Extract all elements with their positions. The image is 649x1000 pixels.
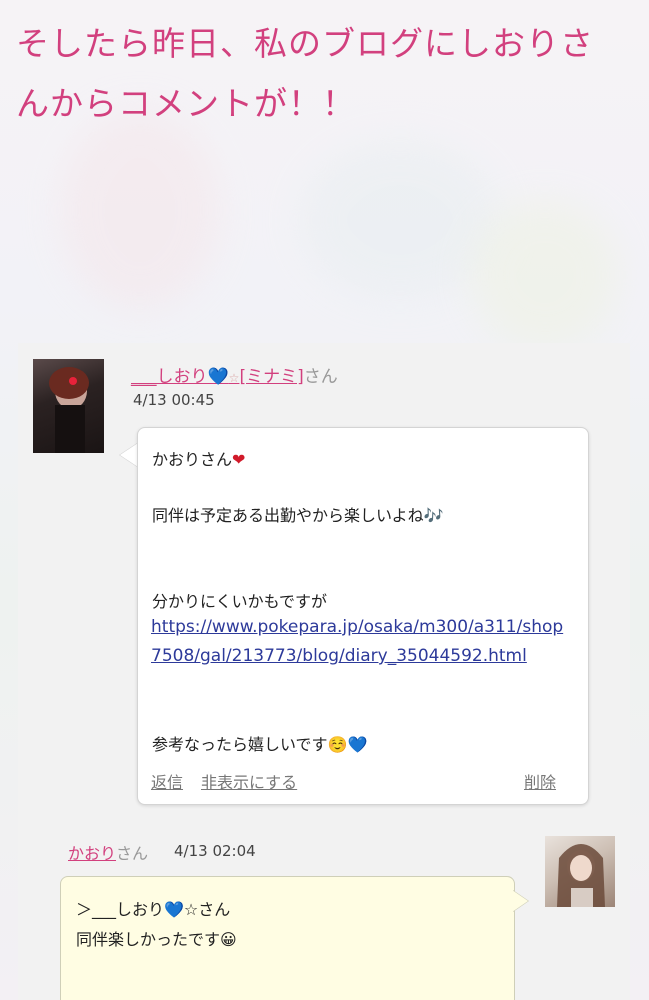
- reply-date: 4/13 02:04: [174, 842, 256, 860]
- honorific: さん: [116, 844, 149, 863]
- avatar-photo: [557, 844, 605, 907]
- red-heart-icon: ❤: [232, 450, 246, 469]
- reply-text-line: 同伴楽しかったです😀: [76, 930, 237, 949]
- delete-button[interactable]: 削除: [524, 769, 556, 793]
- headline-line-2: んからコメントが！！: [16, 84, 356, 123]
- comment-author[interactable]: ___しおり💙☆[ミナミ]さん: [131, 362, 338, 387]
- reply-text-line: ＞___しおり💙☆さん: [76, 900, 231, 919]
- avatar[interactable]: [33, 359, 104, 453]
- comment-date: 4/13 00:45: [133, 391, 215, 409]
- reply-author[interactable]: かおりさん: [68, 840, 148, 864]
- comment-greeting: かおりさん❤: [152, 450, 246, 469]
- background-decoration: [470, 200, 620, 350]
- author-name-link[interactable]: ___しおり💙☆[ミナミ]: [131, 367, 304, 387]
- honorific: さん: [303, 367, 338, 387]
- star-icon: ☆: [228, 371, 240, 385]
- bubble-tail: [512, 890, 528, 912]
- avatar[interactable]: [545, 836, 615, 907]
- comment-text-line: 同伴は予定ある出勤やから楽しいよね🎶: [152, 506, 444, 525]
- bubble-tail: [120, 443, 138, 467]
- comment-text-line: 参考なったら嬉しいです☺️💙: [152, 735, 368, 754]
- background-decoration: [60, 110, 220, 310]
- author-name-link[interactable]: かおり: [68, 844, 116, 863]
- blog-diary-link[interactable]: https://www.pokepara.jp/osaka/m300/a311/…: [151, 613, 571, 671]
- headline-line-1: そしたら昨日、私のブログにしおりさ: [16, 24, 594, 63]
- hide-button[interactable]: 非表示にする: [201, 769, 297, 793]
- reply-button[interactable]: 返信: [151, 769, 183, 793]
- avatar-photo: [49, 367, 89, 453]
- blue-heart-icon: 💙: [207, 367, 229, 387]
- comment-text-line: 分かりにくいかもですが: [152, 592, 328, 611]
- headline-text: そしたら昨日、私のブログにしおりさ んからコメントが！！: [16, 14, 636, 134]
